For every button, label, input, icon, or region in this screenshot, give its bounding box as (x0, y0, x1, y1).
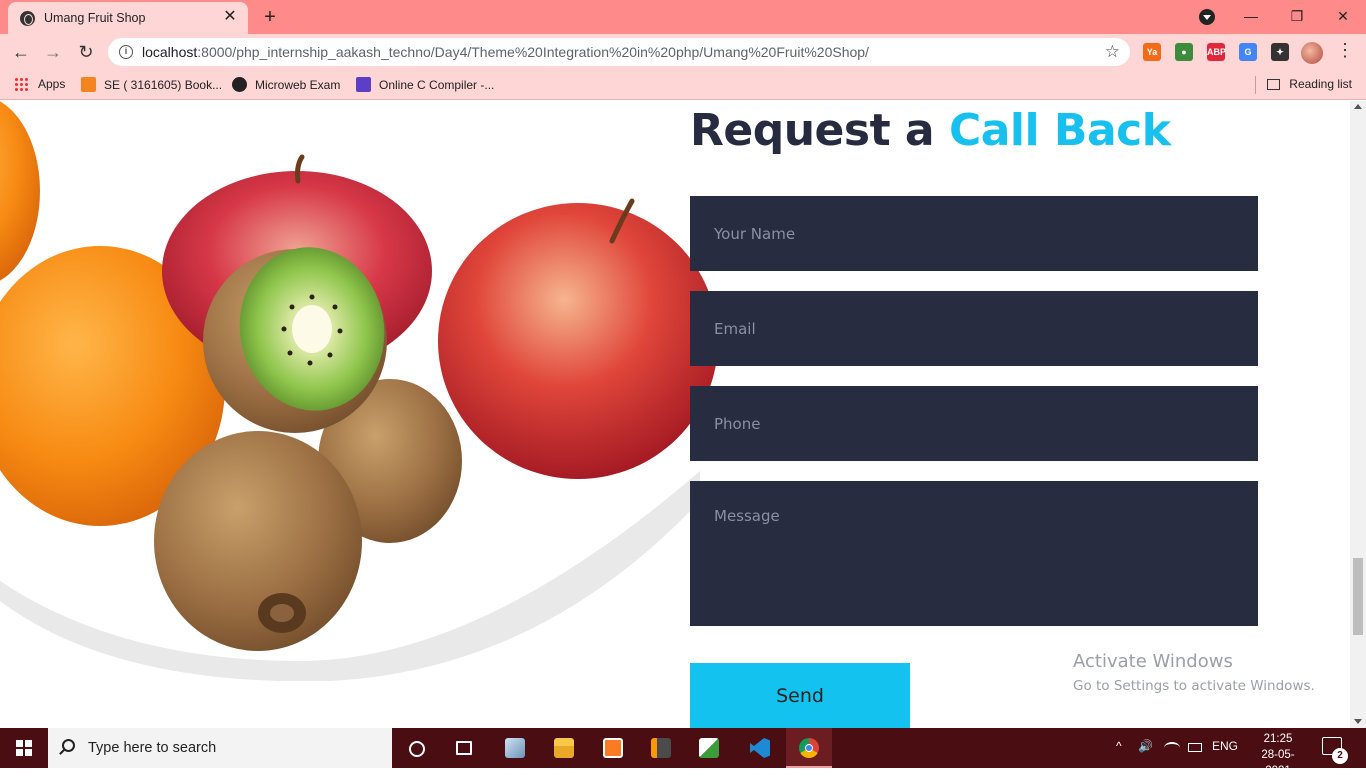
reading-list-icon (1267, 79, 1281, 90)
page-scrollbar[interactable] (1350, 101, 1366, 728)
back-button[interactable]: ← (8, 39, 34, 65)
taskbar-app-file-explorer[interactable] (541, 728, 587, 768)
profile-avatar[interactable] (1301, 42, 1323, 64)
adblock-plus-icon[interactable]: ABP (1207, 43, 1226, 61)
extensions-puzzle-icon[interactable]: ✦ (1271, 43, 1289, 61)
message-textarea[interactable] (690, 481, 1258, 626)
wifi-icon[interactable] (1164, 742, 1180, 754)
url-text[interactable]: localhost:8000/php_internship_aakash_tec… (142, 44, 869, 60)
page-title: Request a Call Back (690, 105, 1171, 156)
browser-menu-icon[interactable]: ⋮ (1336, 40, 1354, 61)
reload-button[interactable]: ↻ (73, 39, 99, 65)
bookmark-apps[interactable]: Apps (14, 77, 65, 91)
page-viewport: Request a Call Back Send Activate Window… (0, 101, 1350, 728)
title-plain: Request a (690, 105, 949, 156)
send-button[interactable]: Send (690, 663, 910, 728)
title-accent: Call Back (948, 105, 1171, 156)
fruit-illustration (0, 101, 718, 681)
tray-chevron-icon[interactable]: ^ (1116, 739, 1122, 753)
clock-time: 21:25 (1263, 733, 1293, 745)
email-input[interactable] (690, 291, 1258, 366)
scroll-thumb[interactable] (1353, 558, 1363, 635)
address-bar[interactable]: i localhost:8000/php_internship_aakash_t… (108, 38, 1130, 66)
task-view-button[interactable] (440, 728, 486, 768)
url-path: :8000/php_internship_aakash_techno/Day4/… (197, 44, 869, 60)
vscode-icon (750, 738, 770, 758)
new-tab-button[interactable]: + (258, 5, 282, 29)
bookmark-star-icon[interactable]: ☆ (1105, 42, 1120, 62)
task-view-icon (456, 741, 472, 755)
search-placeholder: Type here to search (88, 740, 217, 756)
xampp-icon (603, 738, 623, 758)
bookmarks-bar: Apps SE ( 3161605) Book... Microweb Exam… (0, 70, 1366, 100)
tab-search-icon[interactable] (1199, 9, 1215, 25)
taskbar-search[interactable]: Type here to search (48, 728, 392, 768)
taskbar-app-control-panel[interactable] (492, 728, 538, 768)
browser-toolbar: ← → ↻ i localhost:8000/php_internship_aa… (0, 34, 1366, 70)
file-explorer-icon (554, 738, 574, 758)
windows-logo-icon (16, 740, 32, 756)
bookmark-label: Apps (38, 77, 66, 91)
taskbar-clock[interactable]: 21:25 28-05-2021 (1256, 731, 1300, 779)
watermark-title: Activate Windows (1073, 651, 1233, 672)
bookmark-microweb-exam[interactable]: Microweb Exam (232, 77, 340, 92)
angular-icon (232, 77, 247, 92)
blogger-icon (81, 77, 96, 92)
scroll-down-arrow-icon[interactable] (1354, 719, 1362, 724)
activate-windows-watermark: Activate Windows Go to Settings to activ… (1073, 651, 1315, 694)
volume-icon[interactable]: 🔊 (1138, 739, 1153, 753)
globe-extension-icon[interactable]: ● (1175, 43, 1193, 61)
lightning-icon (356, 77, 371, 92)
start-button[interactable] (0, 728, 48, 768)
name-input[interactable] (690, 196, 1258, 271)
sublime-text-icon (651, 738, 671, 758)
url-host: localhost (142, 44, 198, 60)
windows-taskbar: Type here to search ^ 🔊 ENG 21:25 28-05-… (0, 728, 1366, 777)
taskbar-app-xampp[interactable] (590, 728, 636, 768)
control-panel-icon (505, 738, 525, 758)
taskbar-app-spreadsheet[interactable] (686, 728, 732, 768)
reading-list-label: Reading list (1289, 77, 1352, 91)
scroll-up-arrow-icon[interactable] (1354, 104, 1362, 109)
browser-tab-strip: Umang Fruit Shop ✕ + — ❐ ✕ (0, 0, 1366, 34)
bookmark-se-book[interactable]: SE ( 3161605) Book... (81, 77, 222, 92)
bookmark-label: SE ( 3161605) Book... (104, 78, 223, 92)
notification-count-badge: 2 (1332, 748, 1348, 764)
close-window-button[interactable]: ✕ (1320, 0, 1366, 32)
site-info-icon[interactable]: i (119, 45, 133, 59)
taskbar-app-sublime[interactable] (638, 728, 684, 768)
search-icon (62, 739, 75, 752)
chrome-center-dot (805, 744, 813, 752)
browser-tab[interactable]: Umang Fruit Shop ✕ (8, 2, 248, 34)
cortana-button[interactable] (394, 728, 440, 768)
tab-title: Umang Fruit Shop (44, 11, 146, 25)
phone-input[interactable] (690, 386, 1258, 461)
bookmark-label: Online C Compiler -... (379, 78, 495, 92)
clock-date: 28-05-2021 (1261, 749, 1295, 777)
bookmark-label: Microweb Exam (255, 78, 341, 92)
forward-button[interactable]: → (40, 39, 66, 65)
language-indicator[interactable]: ENG (1212, 739, 1238, 753)
globe-favicon-icon (20, 11, 35, 26)
minimize-button[interactable]: — (1228, 0, 1274, 32)
taskbar-app-vscode[interactable] (737, 728, 783, 768)
tab-close-icon[interactable]: ✕ (220, 7, 240, 27)
ya-extension-icon[interactable]: Ya (1143, 43, 1161, 61)
google-translate-icon[interactable]: G (1239, 43, 1257, 61)
cortana-icon (409, 741, 425, 757)
bookmark-online-c-compiler[interactable]: Online C Compiler -... (356, 77, 494, 92)
reading-list-button[interactable]: Reading list (1267, 77, 1352, 91)
taskbar-app-chrome[interactable] (786, 728, 832, 768)
spreadsheet-app-icon (699, 738, 719, 758)
apps-grid-icon (14, 77, 28, 91)
bookmarks-separator (1255, 76, 1256, 94)
battery-icon[interactable] (1188, 743, 1202, 752)
restore-button[interactable]: ❐ (1274, 0, 1320, 32)
watermark-subtitle: Go to Settings to activate Windows. (1073, 678, 1315, 694)
